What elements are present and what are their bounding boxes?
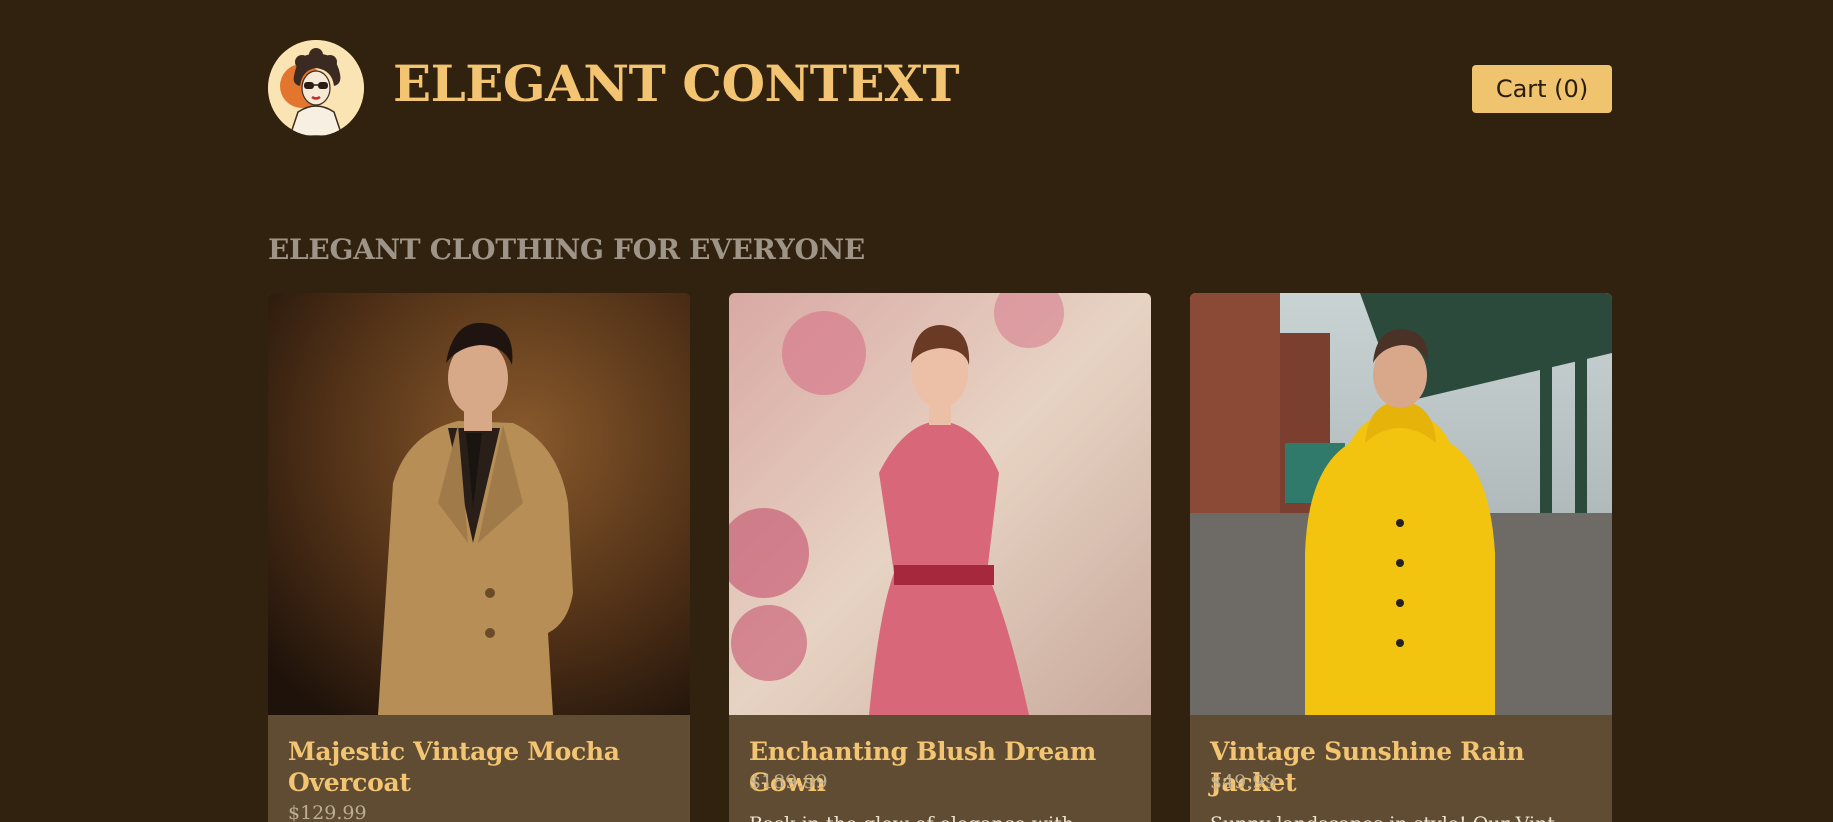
product-image-yellow-raincoat[interactable] xyxy=(1190,293,1612,715)
product-card[interactable]: Enchanting Blush Dream Gown $189.99 Bask… xyxy=(729,293,1151,822)
product-card[interactable]: Majestic Vintage Mocha Overcoat $129.99 xyxy=(268,293,690,822)
product-name[interactable]: Majestic Vintage Mocha Overcoat xyxy=(288,736,678,798)
section-title: ELEGANT CLOTHING FOR EVERYONE xyxy=(268,233,865,266)
cart-button[interactable]: Cart (0) xyxy=(1472,65,1612,113)
product-price: $189.99 xyxy=(749,771,828,793)
product-card[interactable]: Vintage Sunshine Rain Jacket $49.99 Sunn… xyxy=(1190,293,1612,822)
product-description: Sunny landscapes in style! Our Vint xyxy=(1210,811,1600,822)
product-price: $49.99 xyxy=(1210,771,1277,793)
site-header: ELEGANT CONTEXT Cart (0) xyxy=(268,40,1612,138)
product-image-trench-coat[interactable] xyxy=(268,293,690,715)
page: ELEGANT CONTEXT Cart (0) ELEGANT CLOTHIN… xyxy=(0,0,1833,822)
product-grid: Majestic Vintage Mocha Overcoat $129.99 xyxy=(268,293,1612,822)
product-description: Bask in the glow of elegance with xyxy=(749,811,1139,822)
product-image-pink-gown[interactable] xyxy=(729,293,1151,715)
brand-logo-icon[interactable] xyxy=(268,40,364,136)
brand-title[interactable]: ELEGANT CONTEXT xyxy=(393,54,960,114)
product-price: $129.99 xyxy=(288,802,367,822)
